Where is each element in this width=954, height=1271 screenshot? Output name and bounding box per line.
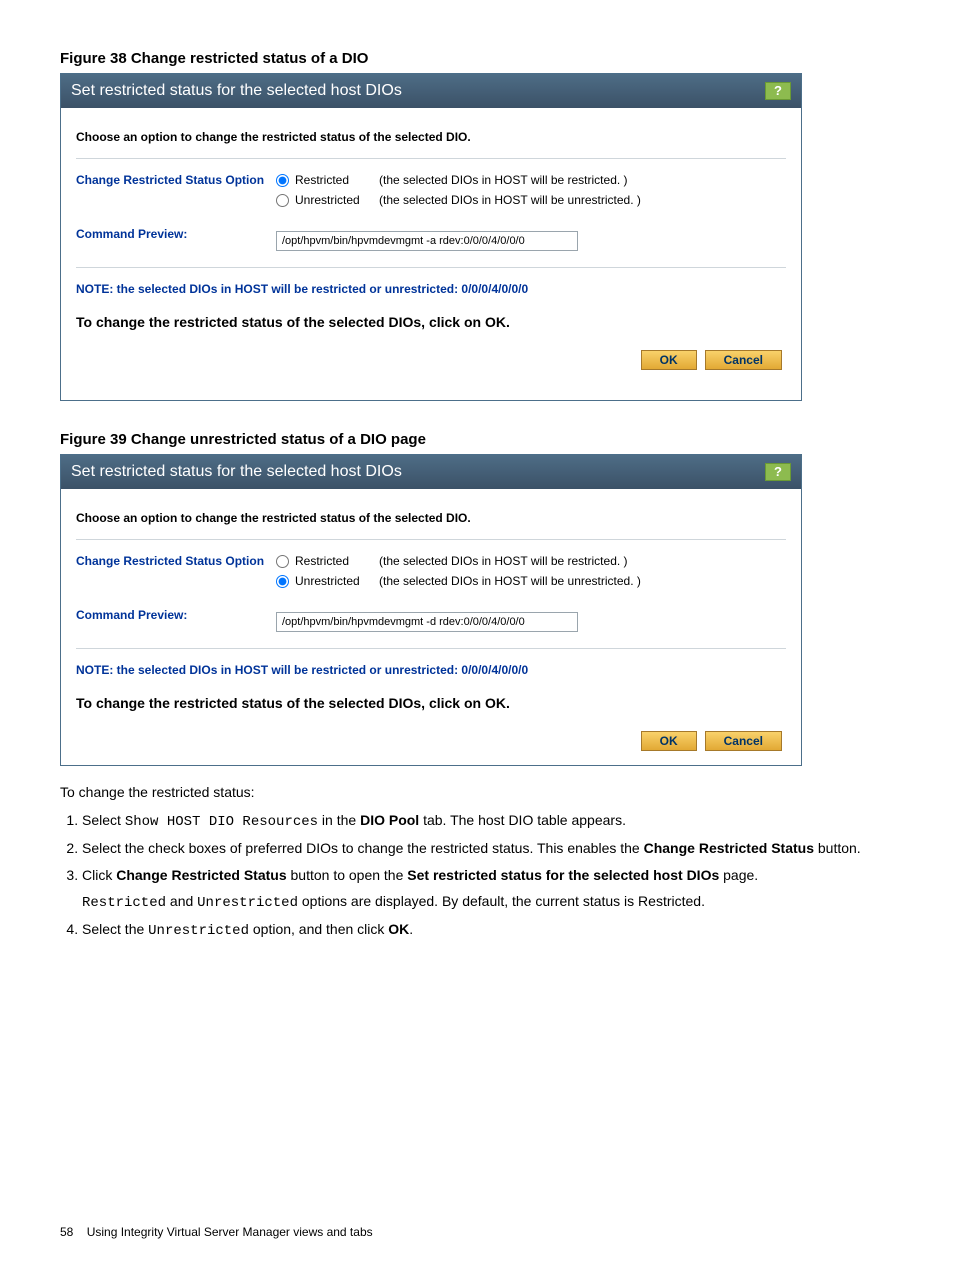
instruction-text: To change the restricted status of the s… [76, 695, 786, 711]
instruction-text: To change the restricted status of the s… [76, 314, 786, 330]
preview-label: Command Preview: [76, 608, 276, 632]
radio-unrestricted-line: Unrestricted (the selected DIOs in HOST … [276, 574, 786, 588]
ok-button[interactable]: OK [641, 731, 697, 751]
radio-restricted-desc: (the selected DIOs in HOST will be restr… [379, 173, 628, 187]
option-label: Change Restricted Status Option [76, 173, 276, 213]
cancel-button[interactable]: Cancel [705, 731, 782, 751]
option-value: Restricted (the selected DIOs in HOST wi… [276, 554, 786, 594]
option-row: Change Restricted Status Option Restrict… [76, 540, 786, 594]
figure39-title: Figure 39 Change unrestricted status of … [60, 431, 894, 448]
figure38-title: Figure 38 Change restricted status of a … [60, 50, 894, 67]
steps-intro: To change the restricted status: [60, 784, 894, 800]
radio-unrestricted[interactable] [276, 194, 289, 207]
ok-button[interactable]: OK [641, 350, 697, 370]
radio-restricted[interactable] [276, 174, 289, 187]
preview-value: /opt/hpvm/bin/hpvmdevmgmt -a rdev:0/0/0/… [276, 227, 786, 251]
page-number: 58 [60, 1225, 73, 1239]
radio-unrestricted-label: Unrestricted [295, 574, 365, 588]
step-3: Click Change Restricted Status button to… [82, 865, 894, 914]
dialog-body: Choose an option to change the restricte… [61, 489, 801, 765]
cancel-button[interactable]: Cancel [705, 350, 782, 370]
step-1: Select Show HOST DIO Resources in the DI… [82, 810, 894, 832]
intro-text: Choose an option to change the restricte… [76, 118, 786, 159]
radio-restricted-label: Restricted [295, 554, 365, 568]
button-row: OK Cancel [76, 350, 786, 370]
command-preview: /opt/hpvm/bin/hpvmdevmgmt -a rdev:0/0/0/… [276, 231, 578, 251]
footer-text: Using Integrity Virtual Server Manager v… [87, 1225, 373, 1239]
figure39-dialog: Set restricted status for the selected h… [60, 454, 802, 766]
intro-text: Choose an option to change the restricte… [76, 499, 786, 540]
note-text: NOTE: the selected DIOs in HOST will be … [76, 648, 786, 693]
radio-restricted-line: Restricted (the selected DIOs in HOST wi… [276, 173, 786, 187]
dialog-title: Set restricted status for the selected h… [71, 463, 402, 481]
option-row: Change Restricted Status Option Restrict… [76, 159, 786, 213]
radio-unrestricted-line: Unrestricted (the selected DIOs in HOST … [276, 193, 786, 207]
dialog-header: Set restricted status for the selected h… [61, 455, 801, 489]
radio-restricted-desc: (the selected DIOs in HOST will be restr… [379, 554, 628, 568]
note-text: NOTE: the selected DIOs in HOST will be … [76, 267, 786, 312]
command-preview: /opt/hpvm/bin/hpvmdevmgmt -d rdev:0/0/0/… [276, 612, 578, 632]
step-2: Select the check boxes of preferred DIOs… [82, 838, 894, 858]
figure38-dialog: Set restricted status for the selected h… [60, 73, 802, 401]
option-value: Restricted (the selected DIOs in HOST wi… [276, 173, 786, 213]
radio-unrestricted-desc: (the selected DIOs in HOST will be unres… [379, 193, 641, 207]
help-button[interactable]: ? [765, 463, 791, 481]
radio-unrestricted-label: Unrestricted [295, 193, 365, 207]
preview-row: Command Preview: /opt/hpvm/bin/hpvmdevmg… [76, 213, 786, 251]
preview-label: Command Preview: [76, 227, 276, 251]
button-row: OK Cancel [76, 731, 786, 751]
radio-restricted-line: Restricted (the selected DIOs in HOST wi… [276, 554, 786, 568]
radio-restricted[interactable] [276, 555, 289, 568]
radio-unrestricted-desc: (the selected DIOs in HOST will be unres… [379, 574, 641, 588]
page-footer: 58 Using Integrity Virtual Server Manage… [60, 1225, 373, 1239]
option-label: Change Restricted Status Option [76, 554, 276, 594]
preview-row: Command Preview: /opt/hpvm/bin/hpvmdevmg… [76, 594, 786, 632]
dialog-header: Set restricted status for the selected h… [61, 74, 801, 108]
help-button[interactable]: ? [765, 82, 791, 100]
radio-unrestricted[interactable] [276, 575, 289, 588]
radio-restricted-label: Restricted [295, 173, 365, 187]
dialog-title: Set restricted status for the selected h… [71, 82, 402, 100]
step-4: Select the Unrestricted option, and then… [82, 919, 894, 941]
preview-value: /opt/hpvm/bin/hpvmdevmgmt -d rdev:0/0/0/… [276, 608, 786, 632]
dialog-body: Choose an option to change the restricte… [61, 108, 801, 400]
steps-list: Select Show HOST DIO Resources in the DI… [60, 810, 894, 941]
